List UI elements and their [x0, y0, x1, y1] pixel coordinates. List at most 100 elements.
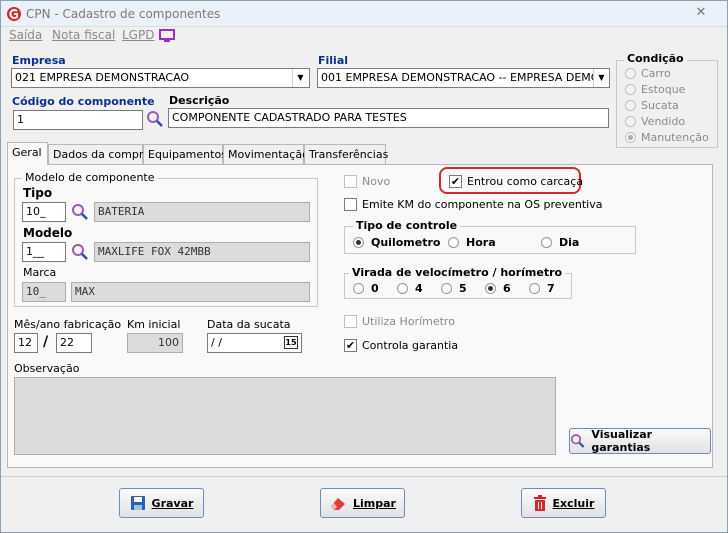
controle-hora-label: Hora: [466, 236, 496, 249]
controle-dia-radio[interactable]: [541, 237, 552, 248]
virada-4-radio[interactable]: [397, 283, 408, 294]
fabricacao-ano-input[interactable]: 22: [56, 333, 92, 353]
modelo-name-field: MAXLIFE FOX 42MBB: [94, 242, 310, 262]
marca-name: MAX: [75, 285, 95, 298]
virada-0-radio[interactable]: [353, 283, 364, 294]
condicao-carro-label: Carro: [641, 67, 671, 80]
fabricacao-ano: 22: [60, 336, 74, 349]
codigo-label: Código do componente: [12, 95, 155, 108]
condicao-vendido-radio[interactable]: [625, 116, 636, 127]
empresa-label: Empresa: [12, 54, 66, 67]
modelo-code-input[interactable]: 1__: [22, 242, 66, 262]
codigo-input[interactable]: 1: [13, 110, 143, 130]
condicao-carro-radio[interactable]: [625, 68, 636, 79]
fabricacao-separator: /: [43, 334, 49, 350]
tab-movimentacao[interactable]: Movimentação: [223, 144, 309, 164]
km-inicial-label: Km inicial: [127, 318, 181, 331]
descricao-input[interactable]: COMPONENTE CADASTRADO PARA TESTES: [168, 108, 609, 128]
virada-7-radio[interactable]: [529, 283, 540, 294]
filial-value: 001 EMPRESA DEMONSTRACAO -- EMPRESA DEMO…: [321, 71, 608, 84]
horimetro-checkbox[interactable]: [344, 315, 357, 328]
marca-label: Marca: [23, 266, 57, 279]
tab-geral[interactable]: Geral: [7, 142, 48, 165]
condicao-manutencao-radio[interactable]: [625, 132, 636, 143]
close-button[interactable]: ✕: [690, 4, 712, 22]
app-logo-icon: [7, 7, 21, 21]
tipo-controle-title: Tipo de controle: [353, 219, 461, 232]
emite-km-label: Emite KM do componente na OS preventiva: [362, 198, 603, 211]
descricao-label: Descrição: [169, 94, 230, 107]
chevron-down-icon[interactable]: ▼: [292, 69, 308, 87]
fabricacao-mes-input[interactable]: 12: [14, 333, 38, 353]
tipo-code-input[interactable]: 10_: [22, 202, 66, 222]
carcaca-label: Entrou como carcaça: [467, 175, 584, 188]
trash-icon: [533, 495, 546, 511]
novo-label: Novo: [362, 175, 391, 188]
search-icon[interactable]: [71, 243, 89, 261]
marca-code-field: 10_: [22, 282, 66, 302]
tab-dados-compra[interactable]: Dados da compra: [48, 144, 150, 164]
data-sucata-label: Data da sucata: [207, 318, 291, 331]
window-title: CPN - Cadastro de componentes: [26, 7, 221, 21]
search-icon: [570, 434, 585, 448]
modelo-code: 1__: [26, 245, 44, 258]
menu-nota-fiscal[interactable]: Nota fiscal: [52, 28, 115, 42]
virada-4-label: 4: [415, 282, 423, 295]
tipo-name: BATERIA: [98, 205, 145, 218]
empresa-select[interactable]: 021 EMPRESA DEMONSTRACAO: [11, 68, 310, 88]
limpar-button[interactable]: Limpar: [320, 488, 405, 518]
tab-equipamentos[interactable]: Equipamentos: [143, 144, 227, 164]
calendar-icon[interactable]: 15: [284, 336, 298, 349]
data-sucata-value: / /: [211, 336, 222, 349]
controle-quilometro-radio[interactable]: [353, 237, 364, 248]
novo-checkbox[interactable]: [344, 175, 357, 188]
controle-hora-radio[interactable]: [448, 237, 459, 248]
observacao-label: Observação: [14, 362, 80, 375]
chevron-down-icon[interactable]: ▼: [593, 69, 609, 87]
search-icon[interactable]: [146, 110, 164, 128]
condicao-manutencao-label: Manutenção: [641, 131, 709, 144]
search-icon[interactable]: [71, 203, 89, 221]
gravar-button[interactable]: Gravar: [119, 488, 204, 518]
visualizar-garantias-label: Visualizar garantias: [591, 428, 653, 454]
condicao-estoque-radio[interactable]: [625, 84, 636, 95]
marca-name-field: MAX: [71, 282, 310, 302]
condicao-sucata-radio[interactable]: [625, 100, 636, 111]
visualizar-garantias-button[interactable]: Visualizar garantias: [569, 428, 711, 454]
virada-7-label: 7: [547, 282, 555, 295]
emite-km-checkbox[interactable]: [344, 198, 357, 211]
gravar-label: Gravar: [151, 496, 194, 510]
empresa-value: 021 EMPRESA DEMONSTRACAO: [15, 71, 190, 84]
controle-quilometro-label: Quilometro: [371, 236, 441, 249]
virada-title: Virada de velocímetro / horímetro: [349, 266, 566, 279]
codigo-value: 1: [17, 113, 24, 126]
tab-transferencias[interactable]: Transferências: [304, 144, 388, 164]
save-icon: [130, 496, 145, 510]
excluir-button[interactable]: Excluir: [521, 488, 606, 518]
bottom-separator: [1, 476, 727, 477]
km-inicial-field: 100: [127, 333, 183, 353]
condicao-title: Condição: [624, 52, 687, 65]
menu-saida[interactable]: Saída: [9, 28, 42, 42]
horimetro-label: Utiliza Horímetro: [362, 315, 455, 328]
modelo-label: Modelo: [23, 226, 73, 240]
carcaca-checkbox[interactable]: ✔: [449, 175, 462, 188]
menu-lgpd[interactable]: LGPD: [122, 28, 154, 42]
controle-dia-label: Dia: [559, 236, 580, 249]
virada-5-label: 5: [459, 282, 467, 295]
eraser-icon: [331, 498, 346, 510]
filial-label: Filial: [318, 54, 349, 67]
virada-0-label: 0: [371, 282, 379, 295]
filial-select[interactable]: 001 EMPRESA DEMONSTRACAO -- EMPRESA DEMO…: [317, 68, 610, 88]
virada-6-radio[interactable]: [485, 283, 496, 294]
virada-6-label: 6: [503, 282, 511, 295]
observacao-textarea[interactable]: [14, 377, 556, 455]
monitor-icon[interactable]: [159, 29, 175, 43]
condicao-vendido-label: Vendido: [641, 115, 686, 128]
excluir-label: Excluir: [552, 496, 595, 510]
garantia-checkbox[interactable]: ✔: [344, 339, 357, 352]
fabricacao-mes: 12: [18, 336, 32, 349]
fabricacao-label: Mês/ano fabricação: [14, 318, 122, 331]
marca-code: 10_: [26, 285, 46, 298]
virada-5-radio[interactable]: [441, 283, 452, 294]
